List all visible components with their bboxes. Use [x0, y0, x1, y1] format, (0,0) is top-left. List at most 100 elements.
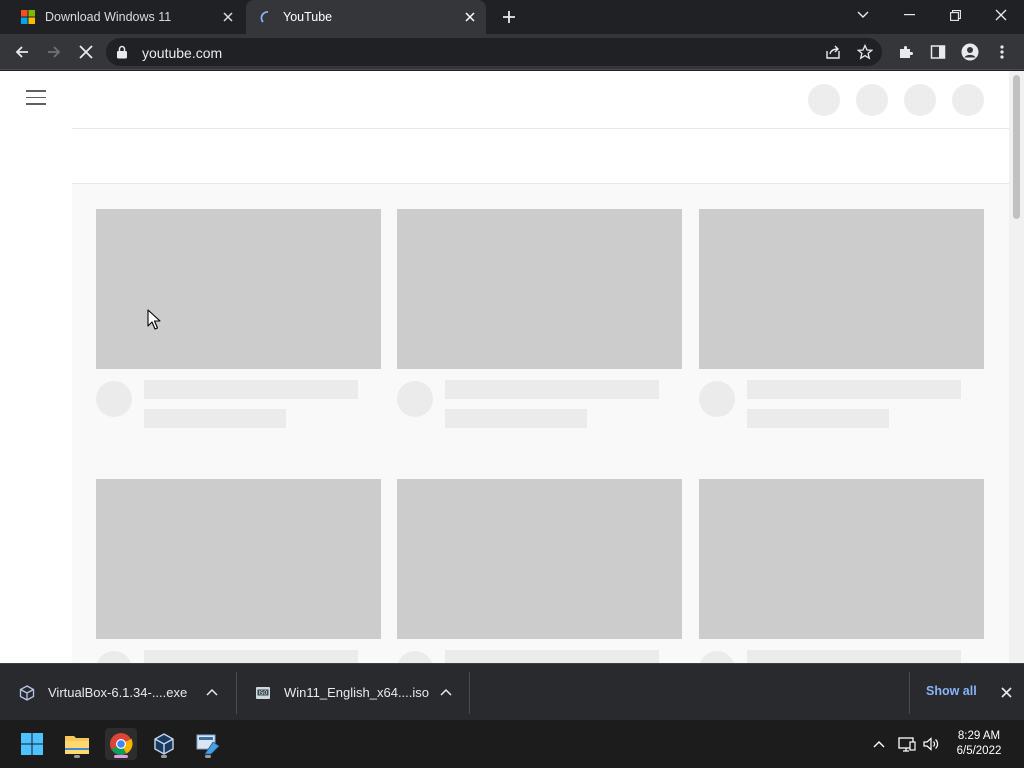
address-bar[interactable]: youtube.com [106, 38, 882, 66]
thumbnail-placeholder[interactable] [397, 209, 682, 369]
thumbnail-placeholder[interactable] [699, 479, 984, 639]
profile-button[interactable] [956, 38, 984, 66]
virtualbox-icon [18, 684, 36, 702]
download-filename: VirtualBox-6.1.34-....exe [48, 685, 188, 700]
clock-time: 8:29 AM [957, 730, 1001, 742]
close-window-button[interactable] [978, 0, 1024, 30]
restore-icon [949, 9, 961, 21]
share-icon[interactable] [823, 42, 843, 62]
thumbnail-placeholder[interactable] [96, 479, 381, 639]
download-item-win11-iso[interactable]: ISO Win11_English_x64....iso [254, 664, 468, 721]
chrome-icon[interactable] [105, 728, 137, 760]
thumbnail-placeholder[interactable] [397, 479, 682, 639]
network-icon[interactable] [897, 734, 917, 754]
side-panel-icon [930, 45, 946, 59]
side-panel-button[interactable] [924, 38, 952, 66]
title-placeholder [445, 380, 659, 399]
title-placeholder [747, 380, 961, 399]
download-divider [469, 672, 470, 714]
star-icon[interactable] [855, 42, 875, 62]
setup-icon[interactable] [192, 728, 224, 760]
download-item-virtualbox[interactable]: VirtualBox-6.1.34-....exe [18, 664, 236, 721]
close-tab-icon[interactable] [218, 7, 238, 27]
plus-icon [503, 11, 515, 23]
avatar-placeholder [699, 651, 735, 663]
back-arrow-icon [15, 46, 28, 58]
video-card-skeleton[interactable] [96, 209, 381, 428]
avatar-placeholder [397, 651, 433, 663]
download-filename: Win11_English_x64....iso [284, 685, 430, 700]
title-placeholder [144, 380, 358, 399]
download-shelf: VirtualBox-6.1.34-....exe ISO Win11_Engl… [0, 663, 1024, 720]
file-explorer-icon[interactable] [61, 728, 93, 760]
chip-bar-placeholder [72, 128, 1009, 184]
masthead-placeholder-circle [856, 84, 888, 116]
kebab-menu-icon [1000, 45, 1004, 59]
forward-button[interactable] [40, 38, 68, 66]
microsoft-logo-icon [20, 9, 36, 25]
chevron-up-icon[interactable] [204, 684, 220, 700]
chevron-down-icon [857, 11, 869, 18]
video-card-skeleton[interactable] [699, 209, 984, 428]
video-card-skeleton[interactable] [96, 479, 381, 663]
close-tab-icon[interactable] [460, 7, 480, 27]
hamburger-menu-icon[interactable] [26, 90, 46, 106]
close-icon [995, 9, 1007, 21]
show-all-downloads-link[interactable]: Show all [926, 684, 977, 698]
vertical-scrollbar[interactable] [1009, 71, 1024, 663]
video-card-skeleton[interactable] [397, 479, 682, 663]
meta-placeholder [144, 409, 286, 428]
clock-date: 6/5/2022 [956, 745, 1002, 757]
masthead-placeholder-circle [952, 84, 984, 116]
virtualbox-icon[interactable] [148, 728, 180, 760]
meta-placeholder [445, 409, 587, 428]
tab-strip: Download Windows 11 YouTube [0, 0, 1024, 34]
tab-youtube[interactable]: YouTube [246, 0, 486, 34]
title-placeholder [144, 650, 358, 663]
svg-text:ISO: ISO [259, 690, 268, 696]
scrollbar-thumb[interactable] [1013, 75, 1020, 219]
lock-icon[interactable] [116, 45, 128, 64]
tab-search-button[interactable] [840, 0, 886, 30]
page-viewport [0, 71, 1024, 663]
chevron-up-icon[interactable] [438, 684, 454, 700]
taskbar-clock[interactable]: 8:29 AM 6/5/2022 [948, 729, 1010, 759]
video-card-skeleton[interactable] [397, 209, 682, 428]
show-hidden-icons-chevron-icon[interactable] [869, 734, 889, 754]
new-tab-button[interactable] [498, 6, 520, 28]
mouse-cursor-icon [147, 309, 161, 335]
running-indicator [205, 755, 211, 758]
chrome-menu-button[interactable] [988, 38, 1016, 66]
avatar-placeholder [699, 381, 735, 417]
avatar-placeholder [96, 651, 132, 663]
video-card-skeleton[interactable] [699, 479, 984, 663]
title-placeholder [445, 650, 659, 663]
tab-title: Download Windows 11 [45, 10, 172, 24]
url-text[interactable]: youtube.com [142, 45, 222, 61]
tab-title: YouTube [283, 10, 333, 24]
back-button[interactable] [8, 38, 36, 66]
extensions-button[interactable] [892, 38, 920, 66]
browser-toolbar: youtube.com [0, 34, 1024, 70]
running-indicator [161, 755, 167, 758]
tab-download-windows-11[interactable]: Download Windows 11 [8, 0, 244, 34]
restore-button[interactable] [932, 0, 978, 30]
minimize-button[interactable] [886, 0, 932, 30]
close-download-shelf-icon[interactable] [997, 683, 1015, 701]
thumbnail-placeholder[interactable] [699, 209, 984, 369]
thumbnail-placeholder[interactable] [96, 209, 381, 369]
windows-taskbar: 8:29 AM 6/5/2022 [0, 720, 1024, 768]
windows-start-icon[interactable] [16, 728, 48, 760]
avatar-placeholder [397, 381, 433, 417]
minimize-icon [903, 14, 915, 16]
download-divider [236, 672, 237, 714]
volume-icon[interactable] [921, 734, 941, 754]
running-indicator [74, 755, 80, 758]
stop-loading-button[interactable] [72, 38, 100, 66]
iso-disc-icon: ISO [254, 684, 272, 702]
download-divider [909, 672, 910, 714]
masthead-placeholder-circle [904, 84, 936, 116]
avatar-placeholder [96, 381, 132, 417]
youtube-masthead [0, 71, 1009, 128]
profile-icon [961, 43, 979, 61]
